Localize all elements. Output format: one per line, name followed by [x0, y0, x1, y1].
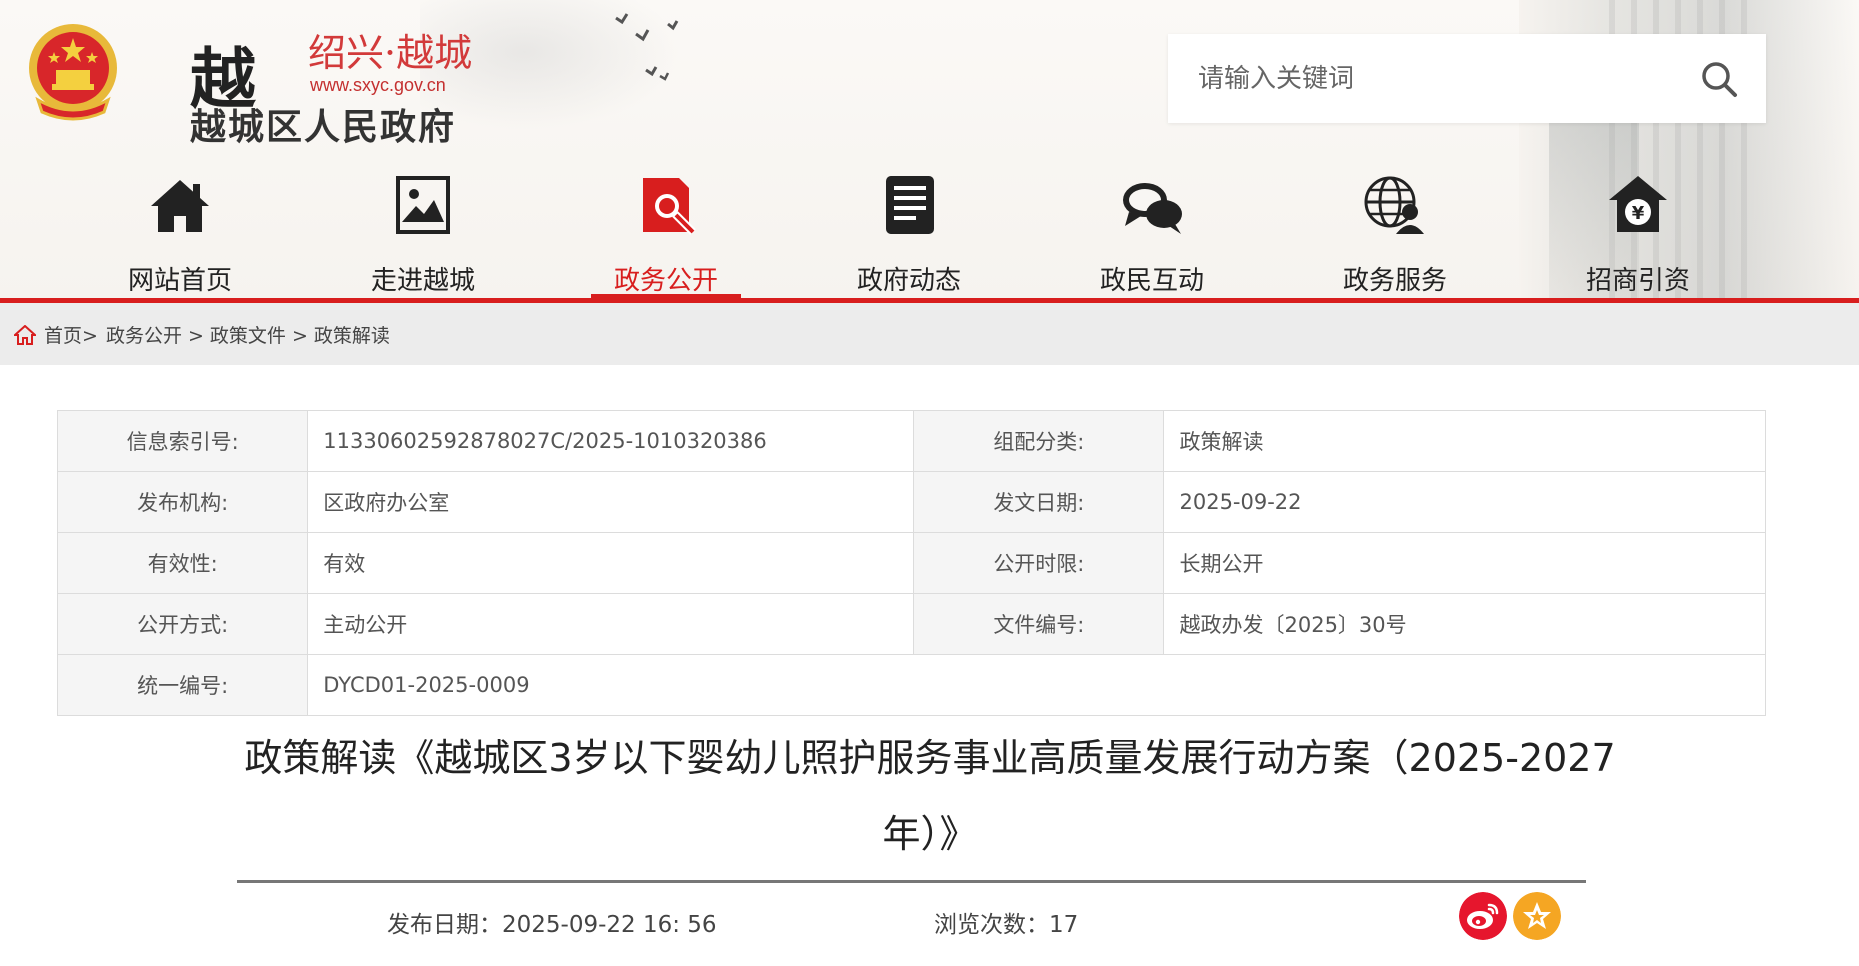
search-icon[interactable]	[1700, 60, 1738, 98]
document-info-table: 信息索引号: 11330602592878027C/2025-101032038…	[56, 410, 1766, 716]
view-count-value: 17	[1049, 912, 1079, 938]
nav-label-investment: 招商引资	[1585, 266, 1690, 296]
nav-label-about: 走进越城	[370, 266, 475, 296]
mode-value: 主动公开	[307, 593, 915, 655]
nav-label-news: 政府动态	[856, 266, 961, 296]
title-divider	[237, 880, 1586, 883]
table-row: 统一编号: DYCD01-2025-0009	[56, 654, 1766, 716]
org-label: 发布机构:	[56, 471, 309, 533]
nav-item-investment[interactable]: ¥ 招商引资	[1548, 160, 1728, 300]
breadcrumb-gov-open[interactable]: 政务公开	[106, 325, 182, 347]
globe-user-icon	[1364, 176, 1424, 234]
table-row: 公开方式: 主动公开 文件编号: 越政办发〔2025〕30号	[56, 593, 1766, 655]
limit-value: 长期公开	[1163, 532, 1766, 594]
nav-label-services: 政务服务	[1342, 266, 1447, 296]
table-row: 信息索引号: 11330602592878027C/2025-101032038…	[56, 410, 1766, 472]
weibo-share-icon[interactable]	[1459, 892, 1507, 940]
uid-value: DYCD01-2025-0009	[307, 654, 1766, 716]
nav-label-home: 网站首页	[127, 266, 232, 296]
picture-icon	[396, 176, 450, 234]
search-input[interactable]	[1196, 54, 1680, 104]
site-logo[interactable]: 越 绍兴·越城 www.sxyc.gov.cn 越城区人民政府	[190, 20, 510, 148]
search-box	[1168, 34, 1766, 123]
nav-item-news[interactable]: 政府动态	[819, 160, 999, 300]
breadcrumb-policy-interpretation[interactable]: 政策解读	[314, 325, 390, 347]
breadcrumb-separator: >	[82, 325, 98, 347]
docno-label: 文件编号:	[913, 593, 1165, 655]
nav-item-home[interactable]: 网站首页	[90, 160, 270, 300]
breadcrumb-policy-docs[interactable]: 政策文件	[210, 325, 286, 347]
logo-subtitle: 越城区人民政府	[190, 107, 457, 148]
nav-item-about[interactable]: 走进越城	[333, 160, 513, 300]
date-label: 发文日期:	[913, 471, 1165, 533]
logo-url: www.sxyc.gov.cn	[310, 75, 446, 95]
index-value: 11330602592878027C/2025-1010320386	[307, 410, 915, 472]
validity-label: 有效性:	[56, 532, 309, 594]
breadcrumb-separator: >	[291, 325, 308, 347]
date-value: 2025-09-22	[1163, 471, 1766, 533]
breadcrumb: 首页> 政务公开 > 政策文件 > 政策解读	[0, 303, 1859, 365]
nav-label-interaction: 政民互动	[1099, 266, 1204, 296]
document-search-icon	[643, 178, 696, 235]
category-label: 组配分类:	[913, 410, 1165, 472]
validity-value: 有效	[307, 532, 915, 594]
org-value: 区政府办公室	[307, 471, 915, 533]
nav-item-services[interactable]: 政务服务	[1305, 160, 1485, 300]
docno-value: 越政办发〔2025〕30号	[1163, 593, 1766, 655]
category-value: 政策解读	[1163, 410, 1766, 472]
publish-date-value: 2025-09-22 16: 56	[502, 912, 717, 938]
svg-text:¥: ¥	[1632, 203, 1645, 224]
site-header: 越 绍兴·越城 www.sxyc.gov.cn 越城区人民政府 网站首页	[0, 0, 1859, 300]
home-icon	[151, 180, 209, 232]
news-icon	[886, 176, 934, 234]
chat-icon	[1123, 183, 1182, 234]
nav-label-gov-open: 政务公开	[613, 266, 718, 296]
main-nav: 网站首页 走进越城 政务公开 政府动态 政民互动 政务服务 ¥ 招商引资	[0, 160, 1859, 300]
birds-decoration-icon	[615, 13, 679, 81]
index-label: 信息索引号:	[56, 410, 309, 472]
publish-date: 发布日期：2025-09-22 16: 56	[387, 905, 717, 939]
view-count-label: 浏览次数：	[934, 912, 1049, 938]
view-count: 浏览次数：17	[934, 905, 1078, 939]
mode-label: 公开方式:	[56, 593, 309, 655]
table-row: 发布机构: 区政府办公室 发文日期: 2025-09-22	[56, 471, 1766, 533]
publish-date-label: 发布日期：	[387, 912, 502, 938]
favorite-share-icon[interactable]	[1513, 892, 1561, 940]
nav-item-interaction[interactable]: 政民互动	[1062, 160, 1242, 300]
breadcrumb-separator: >	[188, 325, 204, 347]
limit-label: 公开时限:	[913, 532, 1165, 594]
logo-title: 绍兴·越城	[308, 31, 473, 75]
breadcrumb-home-icon	[14, 325, 36, 345]
uid-label: 统一编号:	[56, 654, 309, 716]
yuan-house-icon: ¥	[1609, 176, 1667, 232]
breadcrumb-home[interactable]: 首页	[44, 325, 82, 347]
national-emblem-icon	[29, 24, 117, 121]
article-title: 政策解读《越城区3岁以下婴幼儿照护服务事业高质量发展行动方案（2025-2027…	[244, 736, 1616, 856]
table-row: 有效性: 有效 公开时限: 长期公开	[56, 532, 1766, 594]
nav-item-gov-open[interactable]: 政务公开	[576, 160, 756, 300]
